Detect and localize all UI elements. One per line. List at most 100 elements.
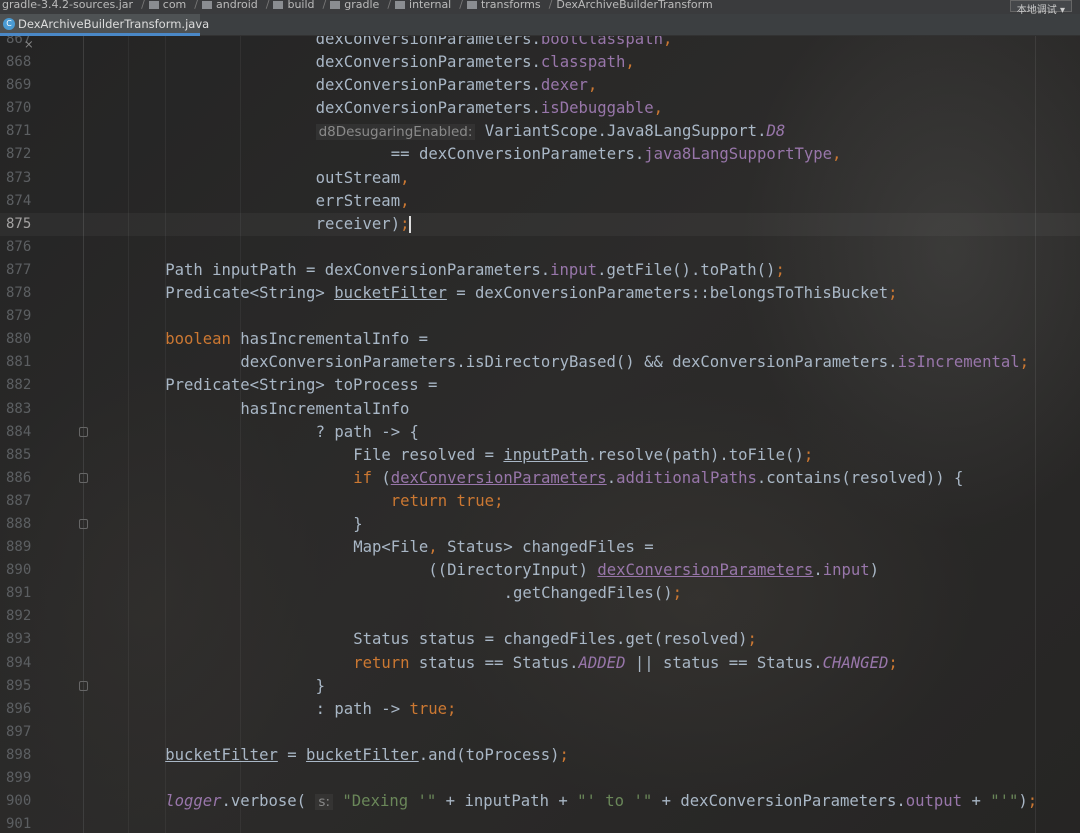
code-token: ; — [888, 653, 898, 672]
code-token: dexConversionParameters — [390, 468, 607, 487]
code-token: logger — [165, 792, 222, 811]
line-number: 887 — [6, 492, 32, 509]
code-token: .resolve(path).toFile() — [587, 445, 804, 464]
code-line[interactable]: 886 if (dexConversionParameters.additiona… — [0, 467, 1080, 490]
code-token: dexConversionParameters. — [315, 99, 541, 118]
code-line[interactable]: 893 Status status = changedFiles.get(reso… — [0, 628, 1080, 651]
code-line[interactable]: 885 File resolved = inputPath.resolve(pat… — [0, 444, 1080, 467]
code-text: Predicate<String> bucketFilter = dexConv… — [165, 282, 897, 305]
breadcrumb-item[interactable]: gradle — [330, 0, 383, 11]
code-line[interactable]: 884 ? path -> { — [0, 421, 1080, 444]
code-line[interactable]: 874 errStream, — [0, 190, 1080, 213]
code-line[interactable]: 889 Map<File, Status> changedFiles = — [0, 536, 1080, 559]
breadcrumb-item[interactable]: android — [202, 0, 262, 11]
code-editor[interactable]: 867dexConversionParameters.bootClasspath… — [0, 36, 1080, 833]
code-line[interactable]: 897 — [0, 721, 1080, 744]
code-line[interactable]: 892 — [0, 605, 1080, 628]
line-number: 898 — [6, 746, 32, 763]
line-number: 870 — [6, 100, 32, 117]
breadcrumb-item[interactable]: internal — [395, 0, 455, 11]
code-text: return true; — [391, 490, 504, 513]
code-token: outStream — [315, 168, 401, 187]
line-number: 874 — [6, 192, 32, 209]
code-token: , — [400, 168, 410, 187]
code-text: errStream, — [316, 190, 410, 213]
code-text: receiver); — [316, 213, 411, 236]
fold-marker-icon[interactable] — [79, 426, 88, 437]
code-line[interactable]: 875 receiver); — [0, 212, 1080, 236]
code-line[interactable]: 876 — [0, 236, 1080, 259]
tab-dexarchivebuildertransform[interactable]: C DexArchiveBuilderTransform.java × — [0, 14, 209, 51]
code-token: classpath — [540, 53, 626, 72]
breadcrumb-separator: / — [387, 0, 392, 11]
code-line[interactable]: 901 — [0, 813, 1080, 833]
line-number: 893 — [6, 631, 32, 648]
line-number: 871 — [6, 123, 32, 140]
fold-marker-icon[interactable] — [79, 518, 88, 529]
code-token: dexConversionParameters. — [315, 53, 541, 72]
line-number: 894 — [6, 654, 32, 671]
breadcrumb-label: gradle — [344, 0, 380, 11]
code-line[interactable]: 895} — [0, 675, 1080, 698]
folder-icon — [273, 1, 284, 9]
code-text: logger.verbose( s: "Dexing '" + inputPat… — [165, 790, 1037, 814]
code-line[interactable]: 899 — [0, 767, 1080, 790]
code-line[interactable]: 890 ((DirectoryInput) dexConversionParame… — [0, 559, 1080, 582]
code-token: : path -> — [315, 699, 410, 718]
code-line[interactable]: 872 == dexConversionParameters.java8LangS… — [0, 143, 1080, 166]
code-line[interactable]: 869 dexConversionParameters.dexer, — [0, 74, 1080, 97]
code-token: "' to '" — [577, 792, 653, 811]
line-number: 899 — [6, 770, 32, 786]
breadcrumb-item[interactable]: gradle-3.4.2-sources.jar — [2, 0, 137, 11]
code-token: receiver) — [315, 214, 401, 233]
fold-marker-icon[interactable] — [79, 472, 88, 483]
code-text: } — [316, 675, 325, 698]
line-number: 872 — [6, 146, 32, 163]
code-token: = — [277, 745, 307, 764]
code-token: true; — [409, 699, 457, 718]
breadcrumb-item[interactable]: build — [273, 0, 318, 11]
breadcrumb-item[interactable]: transforms — [466, 0, 545, 11]
code-token: inputPath — [503, 445, 588, 464]
line-number: 875 — [6, 215, 32, 232]
close-tab-icon[interactable]: × — [24, 37, 34, 51]
parameter-hint: s: — [315, 794, 334, 811]
line-number: 881 — [6, 354, 32, 371]
code-line[interactable]: 887 return true; — [0, 490, 1080, 513]
code-line[interactable]: 873 outStream, — [0, 167, 1080, 190]
code-line[interactable]: 888} — [0, 513, 1080, 536]
line-number: 897 — [6, 723, 32, 740]
code-line[interactable]: 882 Predicate<String> toProcess = — [0, 374, 1080, 397]
code-line[interactable]: 880 boolean hasIncrementalInfo = — [0, 328, 1080, 351]
code-token: .contains(resolved)) { — [756, 468, 964, 487]
code-line[interactable]: 894 return status == Status.ADDED || stat… — [0, 652, 1080, 675]
code-line[interactable]: 898 bucketFilter = bucketFilter.and(toPro… — [0, 744, 1080, 767]
folder-icon — [330, 1, 341, 9]
code-line[interactable]: 877 Path inputPath = dexConversionParamet… — [0, 259, 1080, 282]
code-token: status == Status. — [418, 653, 579, 672]
code-line[interactable]: 881 dexConversionParameters.isDirectoryBa… — [0, 351, 1080, 374]
code-token: ; — [775, 260, 785, 279]
code-line[interactable]: 879 — [0, 305, 1080, 328]
code-token: D8 — [766, 122, 786, 141]
code-token: .verbose( — [221, 792, 316, 811]
code-token: ; — [888, 284, 898, 303]
run-configuration-dropdown[interactable]: 本地调试 ▾ — [1009, 0, 1072, 16]
code-line[interactable]: 870 dexConversionParameters.isDebuggable, — [0, 97, 1080, 120]
breadcrumb-item[interactable]: DexArchiveBuilderTransform — [556, 0, 716, 11]
code-text: == dexConversionParameters.java8LangSupp… — [391, 143, 842, 166]
line-number: 873 — [6, 169, 32, 186]
code-line[interactable]: 883 hasIncrementalInfo — [0, 398, 1080, 421]
code-line[interactable]: 871 d8DesugaringEnabled: VariantScope.Jav… — [0, 120, 1080, 143]
code-line[interactable]: 896: path -> true; — [0, 698, 1080, 721]
code-line[interactable]: 891 .getChangedFiles(); — [0, 582, 1080, 605]
line-number: 889 — [6, 539, 32, 556]
code-line[interactable]: 867dexConversionParameters.bootClasspath… — [0, 36, 1080, 51]
code-token: , — [832, 145, 842, 164]
fold-marker-icon[interactable] — [79, 680, 88, 691]
code-line[interactable]: 878 Predicate<String> bucketFilter = dexC… — [0, 282, 1080, 305]
code-line[interactable]: 900 logger.verbose( s: "Dexing '" + input… — [0, 790, 1080, 813]
breadcrumb-item[interactable]: com — [148, 0, 191, 11]
code-token: } — [353, 514, 363, 533]
code-line[interactable]: 868 dexConversionParameters.classpath, — [0, 51, 1080, 74]
